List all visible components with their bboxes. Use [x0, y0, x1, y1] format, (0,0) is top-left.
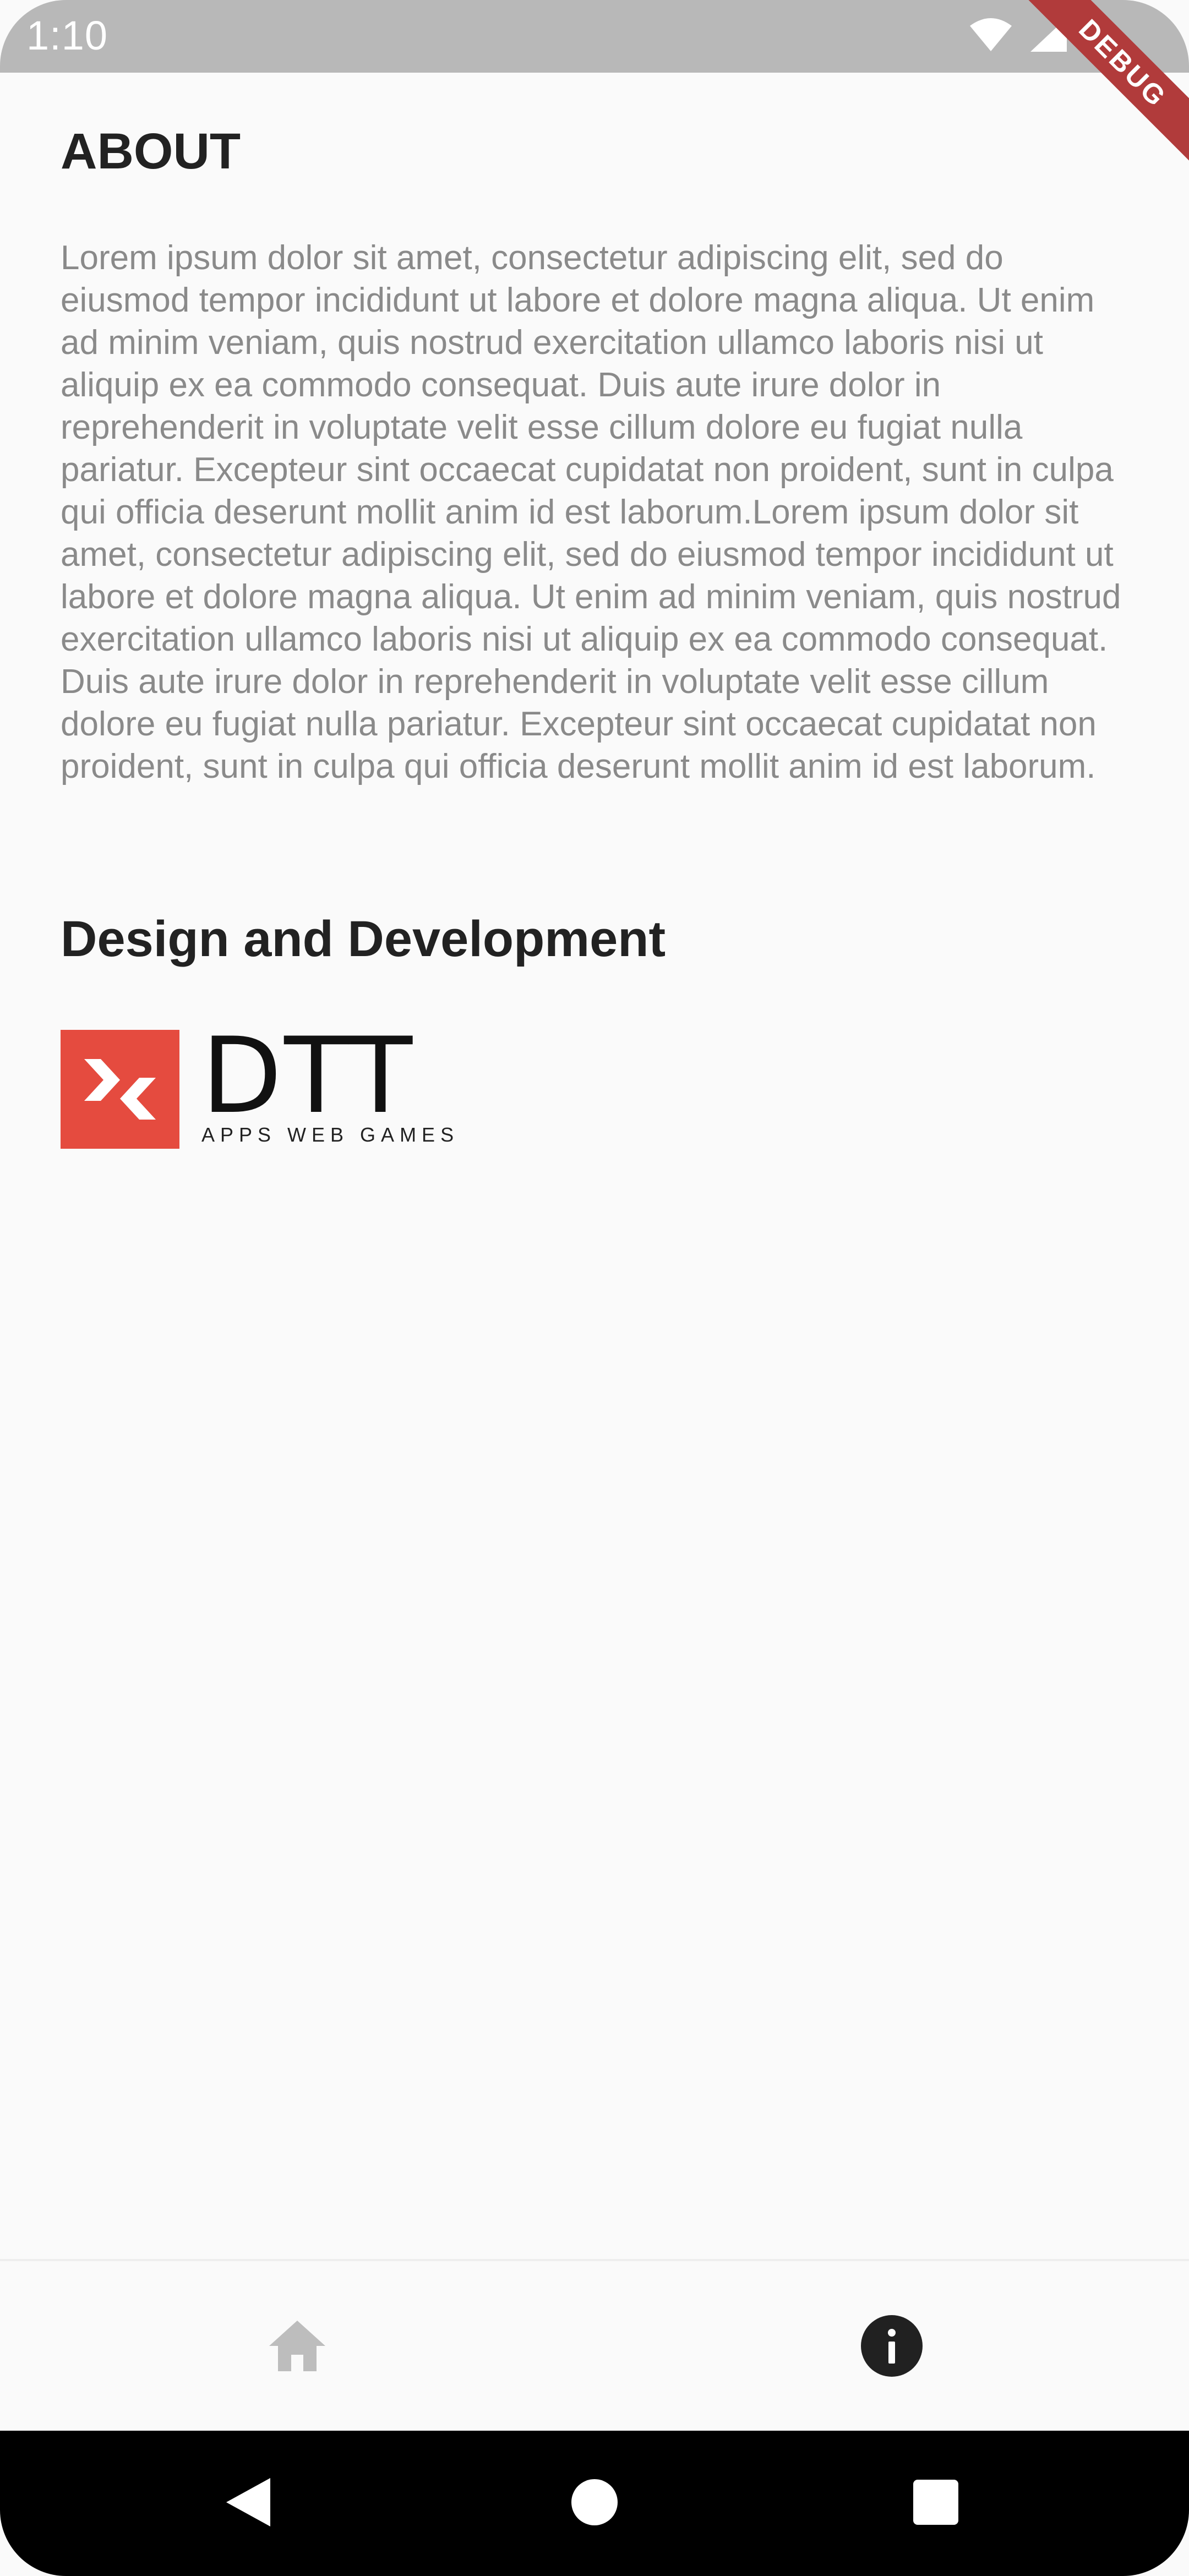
home-circle-icon	[570, 2478, 619, 2529]
credits-title: Design and Development	[61, 911, 666, 967]
dtt-logo[interactable]: DTT APPS WEB GAMES	[61, 1015, 1128, 1149]
system-home-button[interactable]	[545, 2431, 644, 2576]
page-title: ABOUT	[61, 123, 241, 179]
app-screen: 1:10 DEBUG ABOUT Lorem ipsum dolor sit a…	[0, 0, 1189, 2576]
dtt-logo-mark-icon	[61, 1030, 179, 1149]
system-navigation-bar	[0, 2431, 1189, 2576]
home-icon	[267, 2318, 328, 2376]
wifi-icon	[969, 17, 1013, 55]
status-bar: 1:10 DEBUG	[0, 0, 1189, 172]
system-back-button[interactable]	[198, 2431, 297, 2576]
info-icon	[861, 2315, 923, 2379]
system-recents-button[interactable]	[886, 2431, 985, 2576]
logo-name: DTT	[201, 1015, 415, 1137]
back-icon	[224, 2476, 271, 2531]
about-description: Lorem ipsum dolor sit amet, consectetur …	[61, 239, 1121, 785]
recents-icon	[912, 2479, 959, 2529]
logo-tagline: APPS WEB GAMES	[201, 1123, 460, 1146]
nav-info-button[interactable]	[594, 2261, 1189, 2433]
about-content: ABOUT Lorem ipsum dolor sit amet, consec…	[61, 121, 1128, 1149]
dtt-logo-text: DTT APPS WEB GAMES	[201, 1015, 460, 1147]
status-time: 1:10	[26, 13, 108, 58]
bottom-navigation	[0, 2259, 1189, 2433]
nav-home-button[interactable]	[0, 2261, 594, 2433]
